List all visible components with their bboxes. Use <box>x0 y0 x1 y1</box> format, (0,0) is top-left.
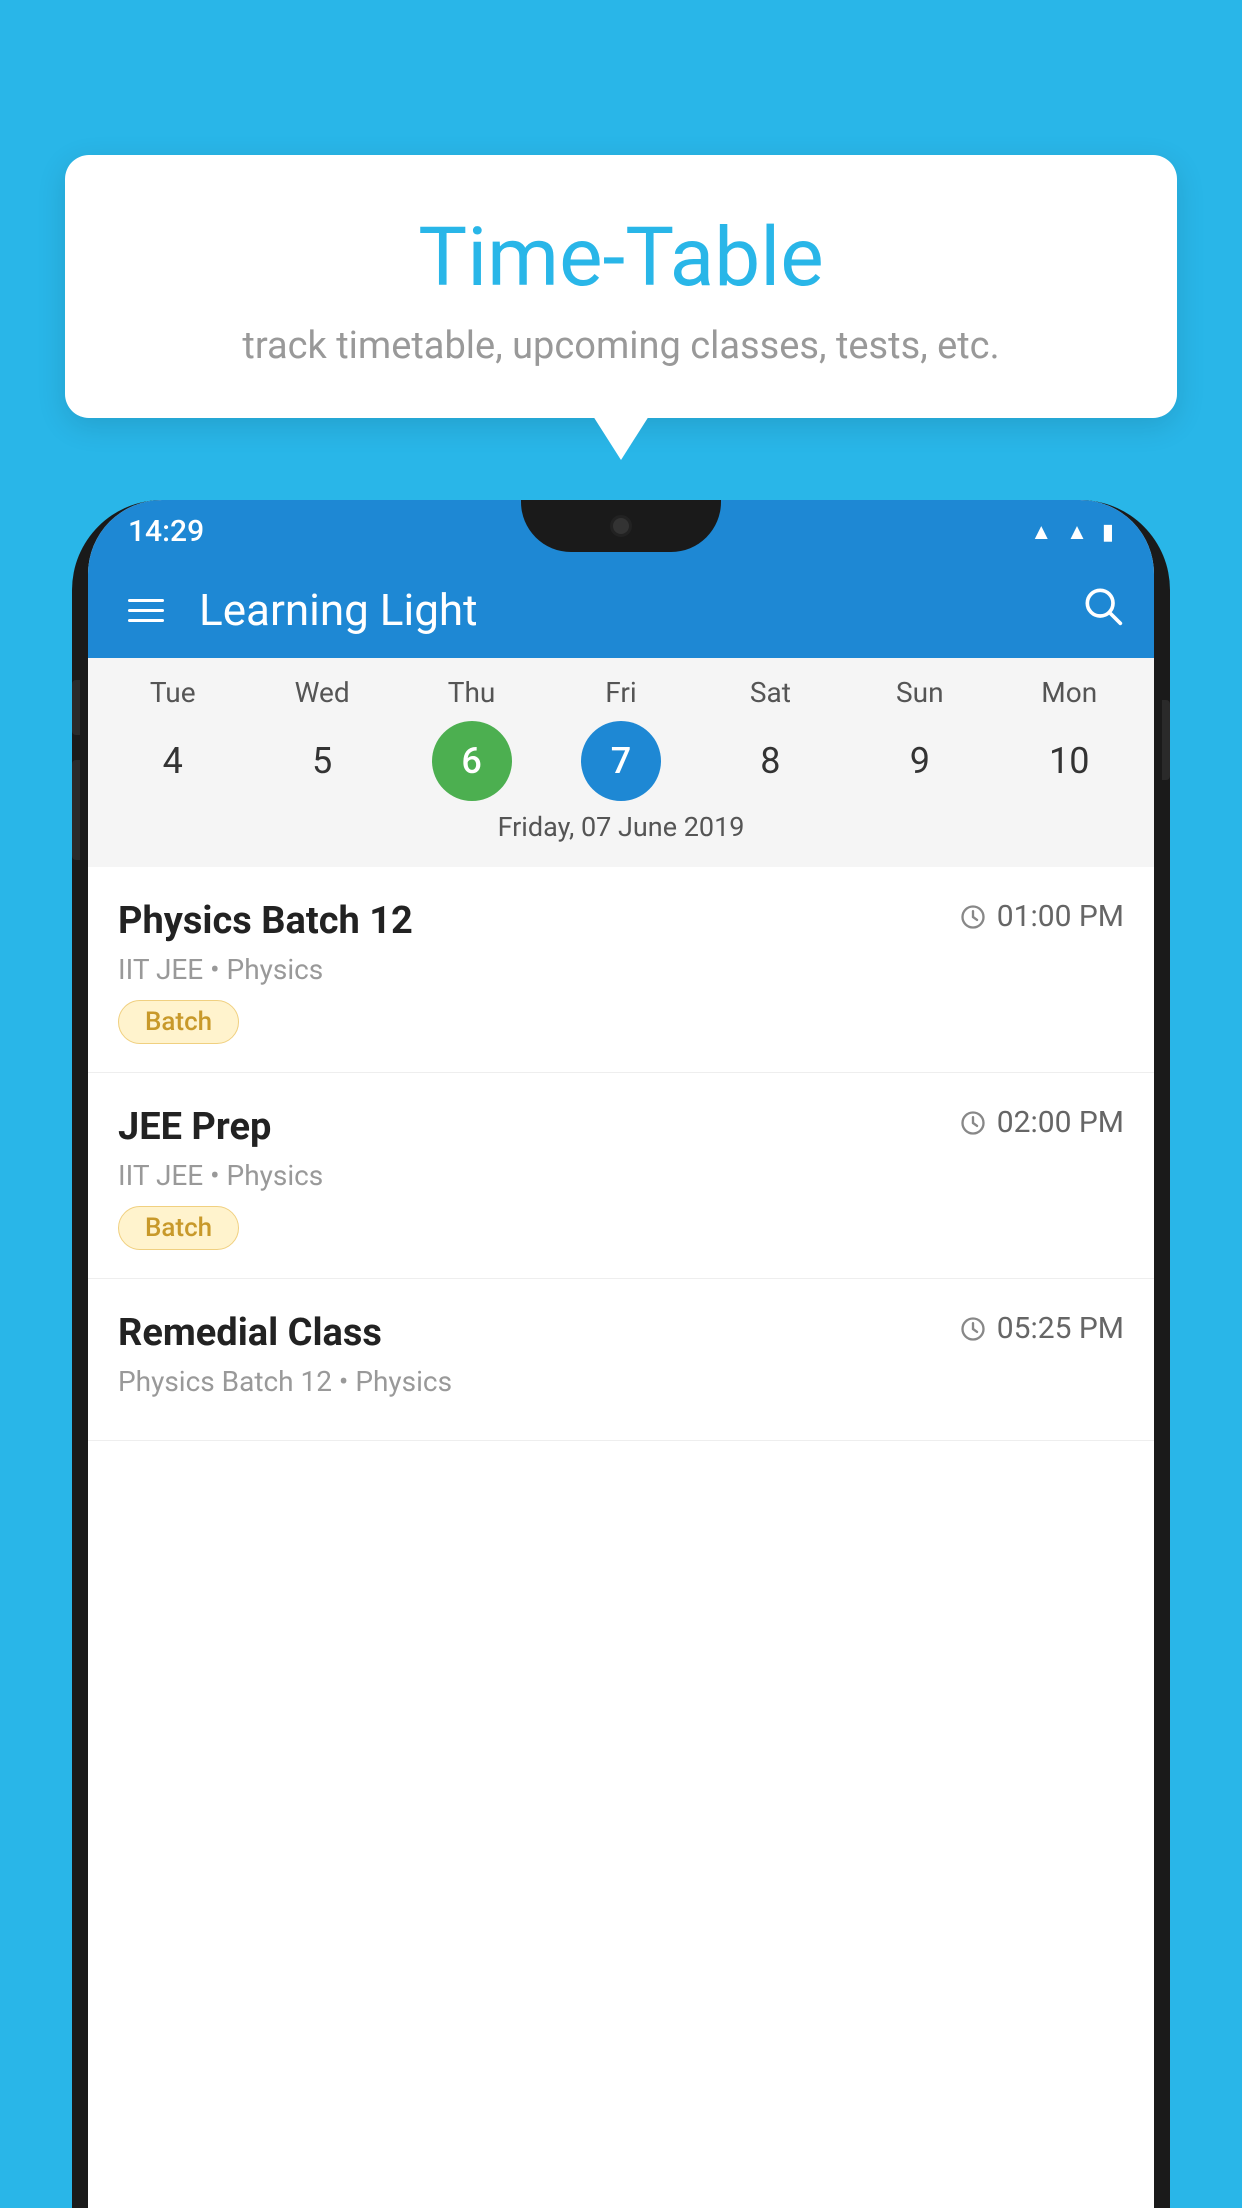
tooltip-subtitle: track timetable, upcoming classes, tests… <box>125 324 1117 368</box>
schedule-subtitle-1: IIT JEE • Physics <box>118 1159 1124 1192</box>
day-number-6[interactable]: 6 <box>432 721 512 801</box>
app-title: Learning Light <box>199 584 1080 636</box>
schedule-list: Physics Batch 12 01:00 PM IIT JEE • Phys… <box>88 867 1154 1441</box>
schedule-title-1: JEE Prep <box>118 1105 271 1149</box>
hamburger-line-2 <box>128 609 164 612</box>
power-button <box>1162 700 1170 780</box>
volume-up-button <box>72 680 80 735</box>
schedule-time-2: 05:25 PM <box>959 1311 1124 1346</box>
day-number-4[interactable]: 4 <box>133 721 213 801</box>
status-icons <box>1030 517 1114 545</box>
day-number-5[interactable]: 5 <box>282 721 362 801</box>
battery-icon <box>1102 517 1114 545</box>
hamburger-line-3 <box>128 619 164 622</box>
day-numbers: 456789 10 <box>88 721 1154 801</box>
day-number-9[interactable]: 9 <box>880 721 960 801</box>
day-header-sat: Sat <box>730 676 810 709</box>
schedule-item-1[interactable]: JEE Prep 02:00 PM IIT JEE • Physics Batc… <box>88 1073 1154 1279</box>
day-number-8[interactable]: 8 <box>730 721 810 801</box>
calendar-strip: Tue Wed Thu Fri Sat Sun Mon 456789 10 Friday, 0… <box>88 658 1154 867</box>
tooltip-card: Time-Table track timetable, upcoming cla… <box>65 155 1177 418</box>
day-header-thu: Thu <box>432 676 512 709</box>
selected-date-label: Friday, 07 June 2019 <box>88 801 1154 857</box>
app-header: Learning Light <box>88 562 1154 658</box>
schedule-item-header-0: Physics Batch 12 01:00 PM <box>118 899 1124 943</box>
camera <box>610 515 632 537</box>
clock-icon <box>959 1315 987 1343</box>
schedule-time-1: 02:00 PM <box>959 1105 1124 1140</box>
schedule-item-header-2: Remedial Class 05:25 PM <box>118 1311 1124 1355</box>
phone-frame: 14:29 Learning Light <box>72 500 1170 2208</box>
day-number-10[interactable]: 10 <box>1029 721 1109 801</box>
phone-screen: 14:29 Learning Light <box>88 500 1154 2208</box>
batch-badge-1: Batch <box>118 1206 239 1250</box>
hamburger-line-1 <box>128 599 164 602</box>
day-header-tue: Tue <box>133 676 213 709</box>
clock-icon <box>959 903 987 931</box>
tooltip-title: Time-Table <box>125 210 1117 306</box>
clock-icon <box>959 1109 987 1137</box>
volume-down-button <box>72 760 80 860</box>
day-header-sun: Sun <box>880 676 960 709</box>
search-icon[interactable] <box>1080 583 1124 638</box>
schedule-title-2: Remedial Class <box>118 1311 382 1355</box>
day-header-wed: Wed <box>282 676 362 709</box>
menu-button[interactable] <box>118 589 174 632</box>
day-header-mon: Mon <box>1029 676 1109 709</box>
schedule-subtitle-0: IIT JEE • Physics <box>118 953 1124 986</box>
schedule-title-0: Physics Batch 12 <box>118 899 413 943</box>
notch <box>521 500 721 552</box>
day-header-fri: Fri <box>581 676 661 709</box>
batch-badge-0: Batch <box>118 1000 239 1044</box>
schedule-subtitle-2: Physics Batch 12 • Physics <box>118 1365 1124 1398</box>
status-time: 14:29 <box>128 514 204 549</box>
schedule-item-2[interactable]: Remedial Class 05:25 PM Physics Batch 12… <box>88 1279 1154 1441</box>
day-number-7[interactable]: 7 <box>581 721 661 801</box>
schedule-item-header-1: JEE Prep 02:00 PM <box>118 1105 1124 1149</box>
signal-icon <box>1066 517 1088 545</box>
day-headers: Tue Wed Thu Fri Sat Sun Mon <box>88 676 1154 709</box>
schedule-item-0[interactable]: Physics Batch 12 01:00 PM IIT JEE • Phys… <box>88 867 1154 1073</box>
schedule-time-0: 01:00 PM <box>959 899 1124 934</box>
wifi-icon <box>1030 517 1052 545</box>
